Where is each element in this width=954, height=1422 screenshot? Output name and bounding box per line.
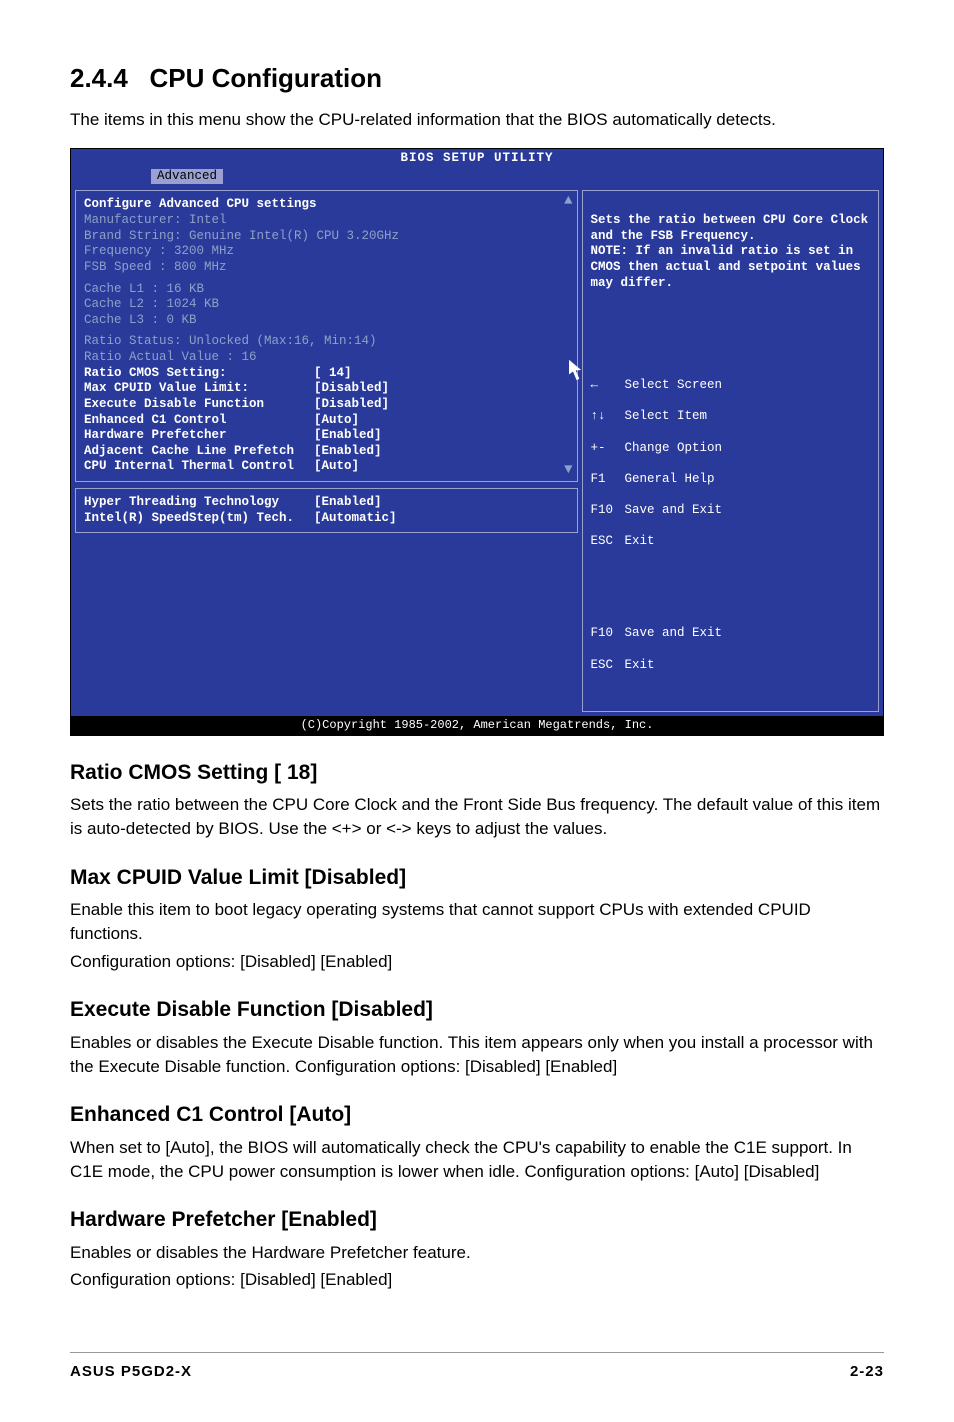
subsection-heading: Ratio CMOS Setting [ 18] xyxy=(70,758,884,787)
setting-label: Execute Disable Function xyxy=(84,397,314,413)
setting-label: Enhanced C1 Control xyxy=(84,413,314,429)
panel-title: Configure Advanced CPU settings xyxy=(84,197,569,213)
footer-left: ASUS P5GD2-X xyxy=(70,1361,192,1382)
bios-panel-secondary: Hyper Threading Technology [Enabled] Int… xyxy=(75,488,578,533)
setting-row[interactable]: Adjacent Cache Line Prefetch [Enabled] xyxy=(84,444,569,460)
key-desc: Save and Exit xyxy=(625,626,723,642)
setting-label: Hardware Prefetcher xyxy=(84,428,314,444)
key-desc: Select Item xyxy=(625,409,708,425)
setting-value: [Auto] xyxy=(314,459,359,475)
setting-label: Adjacent Cache Line Prefetch xyxy=(84,444,314,460)
cpu-brand: Brand String: Genuine Intel(R) CPU 3.20G… xyxy=(84,229,569,245)
setting-value: [Disabled] xyxy=(314,381,389,397)
paragraph: Configuration options: [Disabled] [Enabl… xyxy=(70,950,884,974)
key-desc: General Help xyxy=(625,472,715,488)
key-desc: Change Option xyxy=(625,441,723,457)
bios-panel-main: ▲ Configure Advanced CPU settings Manufa… xyxy=(75,190,578,482)
help-text: Sets the ratio between CPU Core Clock an… xyxy=(591,213,870,291)
setting-label: CPU Internal Thermal Control xyxy=(84,459,314,475)
key-icon: ESC xyxy=(591,658,625,674)
key-icon: F10 xyxy=(591,626,625,642)
bios-screenshot: BIOS SETUP UTILITY Advanced ▲ Configure … xyxy=(70,148,884,735)
cache-l1: Cache L1 : 16 KB xyxy=(84,282,569,298)
bios-tab-row: Advanced xyxy=(71,169,883,187)
bios-help-pane: Sets the ratio between CPU Core Clock an… xyxy=(582,190,879,711)
section-heading: 2.4.4 CPU Configuration xyxy=(70,60,884,96)
setting-value: [Enabled] xyxy=(314,428,382,444)
key-icon: F1 xyxy=(591,472,625,488)
setting-row[interactable]: Ratio CMOS Setting: [ 14] xyxy=(84,366,569,382)
key-icon: ↑↓ xyxy=(591,409,625,425)
section-number: 2.4.4 xyxy=(70,63,128,93)
intro-paragraph: The items in this menu show the CPU-rela… xyxy=(70,108,884,132)
key-icon: ← xyxy=(591,378,625,394)
paragraph: Sets the ratio between the CPU Core Cloc… xyxy=(70,793,884,841)
bios-key-legend: ←Select Screen ↑↓Select Item +-Change Op… xyxy=(591,362,870,565)
section-title: CPU Configuration xyxy=(150,63,383,93)
paragraph: Enables or disables the Hardware Prefetc… xyxy=(70,1241,884,1265)
setting-label: Intel(R) SpeedStep(tm) Tech. xyxy=(84,511,314,527)
setting-row[interactable]: Enhanced C1 Control [Auto] xyxy=(84,413,569,429)
setting-row[interactable]: Execute Disable Function [Disabled] xyxy=(84,397,569,413)
setting-row[interactable]: Hyper Threading Technology [Enabled] xyxy=(84,495,569,511)
page-footer: ASUS P5GD2-X 2-23 xyxy=(70,1352,884,1382)
subsection-heading: Enhanced C1 Control [Auto] xyxy=(70,1100,884,1129)
paragraph: When set to [Auto], the BIOS will automa… xyxy=(70,1136,884,1184)
key-desc: Exit xyxy=(625,534,655,550)
setting-value: [ 14] xyxy=(314,366,352,382)
setting-row[interactable]: CPU Internal Thermal Control [Auto] xyxy=(84,459,569,475)
bios-copyright: (C)Copyright 1985-2002, American Megatre… xyxy=(71,716,883,735)
subsection-heading: Max CPUID Value Limit [Disabled] xyxy=(70,863,884,892)
setting-label: Ratio CMOS Setting: xyxy=(84,366,314,382)
paragraph: Enable this item to boot legacy operatin… xyxy=(70,898,884,946)
setting-value: [Disabled] xyxy=(314,397,389,413)
cache-l2: Cache L2 : 1024 KB xyxy=(84,297,569,313)
scroll-down-icon[interactable]: ▼ xyxy=(564,462,572,480)
key-desc: Select Screen xyxy=(625,378,723,394)
bios-key-legend-2: F10Save and Exit ESCExit xyxy=(591,611,870,689)
key-desc: Save and Exit xyxy=(625,503,723,519)
setting-row[interactable]: Hardware Prefetcher [Enabled] xyxy=(84,428,569,444)
subsection-heading: Hardware Prefetcher [Enabled] xyxy=(70,1205,884,1234)
bios-left-pane: ▲ Configure Advanced CPU settings Manufa… xyxy=(75,190,578,711)
footer-right: 2-23 xyxy=(850,1361,884,1382)
setting-label: Max CPUID Value Limit: xyxy=(84,381,314,397)
key-icon: ESC xyxy=(591,534,625,550)
key-desc: Exit xyxy=(625,658,655,674)
scroll-up-icon[interactable]: ▲ xyxy=(564,193,572,211)
cpu-fsb: FSB Speed : 800 MHz xyxy=(84,260,569,276)
bios-tab-advanced[interactable]: Advanced xyxy=(151,169,223,185)
setting-value: [Automatic] xyxy=(314,511,397,527)
setting-value: [Enabled] xyxy=(314,444,382,460)
paragraph: Configuration options: [Disabled] [Enabl… xyxy=(70,1268,884,1292)
setting-value: [Auto] xyxy=(314,413,359,429)
cpu-manufacturer: Manufacturer: Intel xyxy=(84,213,569,229)
key-icon: +- xyxy=(591,441,625,457)
cpu-frequency: Frequency : 3200 MHz xyxy=(84,244,569,260)
setting-row[interactable]: Intel(R) SpeedStep(tm) Tech. [Automatic] xyxy=(84,511,569,527)
ratio-status: Ratio Status: Unlocked (Max:16, Min:14) xyxy=(84,334,569,350)
cache-l3: Cache L3 : 0 KB xyxy=(84,313,569,329)
bios-title: BIOS SETUP UTILITY xyxy=(71,149,883,169)
setting-row[interactable]: Max CPUID Value Limit: [Disabled] xyxy=(84,381,569,397)
setting-value: [Enabled] xyxy=(314,495,382,511)
setting-label: Hyper Threading Technology xyxy=(84,495,314,511)
subsection-heading: Execute Disable Function [Disabled] xyxy=(70,995,884,1024)
key-icon: F10 xyxy=(591,503,625,519)
paragraph: Enables or disables the Execute Disable … xyxy=(70,1031,884,1079)
ratio-actual: Ratio Actual Value : 16 xyxy=(84,350,569,366)
